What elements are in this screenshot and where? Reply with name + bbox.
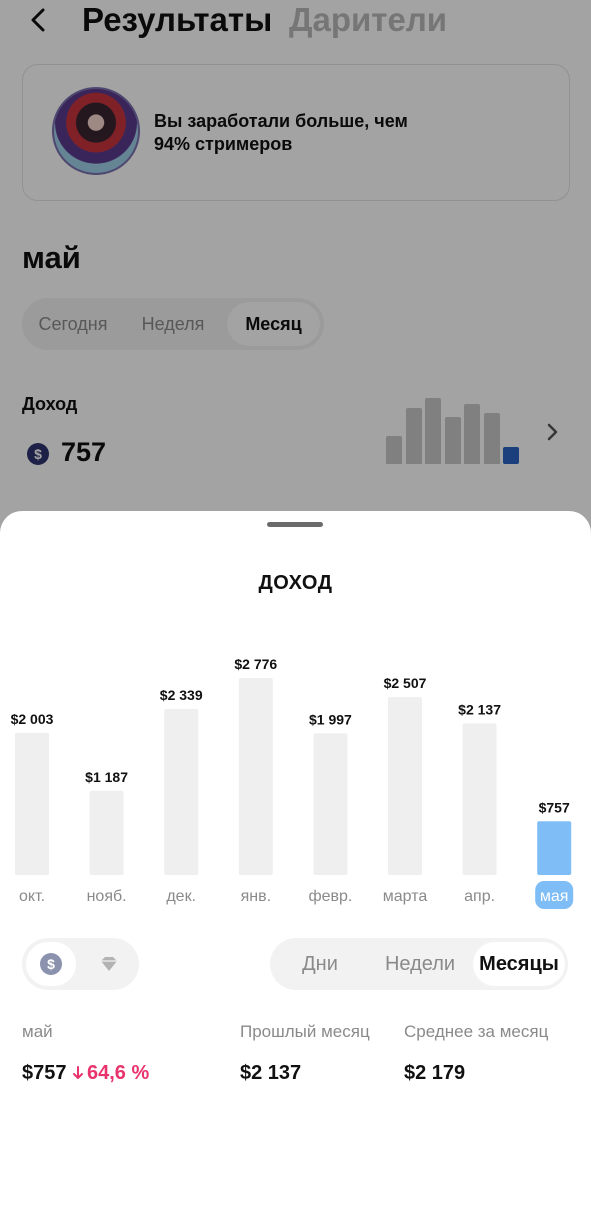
income-bar-chart: $2 003 окт. $1 187 нояб. $2 339 дек. $2 776 янв… bbox=[11, 656, 574, 909]
bar-6[interactable] bbox=[462, 723, 497, 875]
category-label-7[interactable]: мая bbox=[540, 888, 569, 905]
bar-3[interactable] bbox=[238, 678, 273, 875]
dollar-coin-icon: $ bbox=[40, 953, 62, 975]
category-label-2[interactable]: дек. bbox=[166, 888, 196, 905]
category-label-3[interactable]: янв. bbox=[241, 888, 271, 905]
previous-month-value: $2 137 bbox=[240, 1062, 302, 1084]
svg-text:$: $ bbox=[47, 956, 55, 972]
category-label-6[interactable]: апр. bbox=[464, 888, 495, 905]
category-label-1[interactable]: нояб. bbox=[87, 888, 127, 905]
bar-2[interactable] bbox=[164, 709, 199, 875]
bar-value-label-5: $2 507 bbox=[384, 675, 427, 691]
bar-value-label-1: $1 187 bbox=[85, 769, 128, 785]
current-month-label: май bbox=[22, 1022, 53, 1041]
sheet-drag-handle[interactable] bbox=[267, 522, 323, 527]
sheet-title: ДОХОД bbox=[258, 572, 333, 594]
bar-value-label-3: $2 776 bbox=[234, 656, 277, 672]
monthly-average-label: Среднее за месяц bbox=[404, 1022, 549, 1041]
category-label-4[interactable]: февр. bbox=[308, 888, 352, 905]
bar-4[interactable] bbox=[313, 733, 348, 875]
previous-month-label: Прошлый месяц bbox=[240, 1022, 370, 1041]
category-label-5[interactable]: марта bbox=[383, 888, 428, 905]
bar-value-label-0: $2 003 bbox=[11, 711, 54, 727]
bar-5[interactable] bbox=[388, 697, 422, 875]
currency-dollar-option[interactable]: $ bbox=[26, 942, 76, 986]
range-days[interactable]: Дни bbox=[274, 942, 366, 986]
category-label-0[interactable]: окт. bbox=[19, 888, 45, 905]
diamond-icon bbox=[101, 957, 117, 971]
arrow-down-icon bbox=[73, 1066, 83, 1079]
current-month-value: $757 bbox=[22, 1062, 67, 1084]
range-months[interactable]: Месяцы bbox=[473, 942, 565, 986]
bar-1[interactable] bbox=[89, 790, 124, 875]
bar-value-label-4: $1 997 bbox=[309, 711, 352, 727]
bar-0[interactable] bbox=[15, 732, 49, 875]
change-indicator: 64,6 % bbox=[72, 1062, 149, 1085]
currency-diamond-option[interactable] bbox=[84, 942, 134, 986]
change-percent: 64,6 % bbox=[87, 1062, 150, 1084]
bar-value-label-6: $2 137 bbox=[458, 701, 501, 717]
monthly-average-value: $2 179 bbox=[404, 1062, 466, 1084]
range-weeks[interactable]: Недели bbox=[370, 942, 470, 986]
bar-value-label-7: $757 bbox=[539, 799, 570, 815]
bar-value-label-2: $2 339 bbox=[160, 687, 203, 703]
bar-7[interactable] bbox=[537, 821, 572, 875]
